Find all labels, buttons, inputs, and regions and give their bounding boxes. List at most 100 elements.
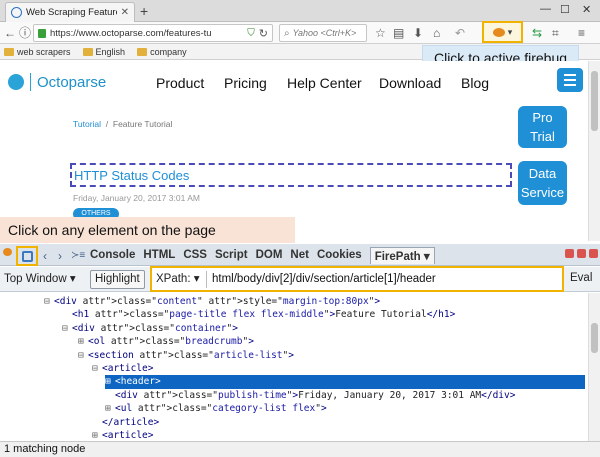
article-title[interactable]: HTTP Status Codes <box>70 163 512 187</box>
dom-node-text: <div attr">class="container"> <box>72 322 238 334</box>
tab-dom[interactable]: DOM <box>256 249 283 261</box>
nav-product[interactable]: Product <box>156 75 204 91</box>
dom-node[interactable]: <h1 attr">class="page-title flex flex-mi… <box>0 308 455 322</box>
expand-toggle-icon[interactable]: ⊟ <box>44 295 54 309</box>
search-placeholder: Yahoo <Ctrl+K> <box>292 28 357 38</box>
octoparse-logo[interactable]: Octoparse <box>8 73 106 91</box>
back-icon[interactable]: ← <box>4 26 16 40</box>
tab-cookies[interactable]: Cookies <box>317 249 362 261</box>
close-window-icon[interactable]: ✕ <box>582 3 591 16</box>
tab-script[interactable]: Script <box>215 249 248 261</box>
sync-icon[interactable]: ⇆ <box>532 26 542 40</box>
publish-time: Friday, January 20, 2017 3:01 AM <box>73 193 200 203</box>
expand-toggle-icon[interactable]: ⊞ <box>105 375 115 389</box>
expand-toggle-icon[interactable]: ⊞ <box>92 429 102 441</box>
dom-node-text: <header> <box>115 376 161 388</box>
dom-tree-scrollbar[interactable] <box>588 293 600 441</box>
expand-toggle-icon[interactable]: ⊟ <box>78 349 88 363</box>
pro-trial-button[interactable]: Pro Trial <box>518 106 567 148</box>
firebug-tabs: Console HTML CSS Script DOM Net Cookies … <box>90 246 435 264</box>
dom-node[interactable]: ⊞ <ul attr">class="category-list flex"> <box>0 402 327 416</box>
nav-help-center[interactable]: Help Center <box>287 75 362 91</box>
nav-download[interactable]: Download <box>379 75 441 91</box>
lock-icon <box>38 28 46 38</box>
chevron-down-icon: ▾ <box>423 250 430 263</box>
bookmark-folder[interactable]: company <box>137 47 187 57</box>
chevron-down-icon: ▾ <box>69 273 76 285</box>
url-bar[interactable]: https://www.octoparse.com/features-tu ⛉ … <box>33 24 273 42</box>
favicon-icon <box>11 7 22 18</box>
selected-dom-node[interactable]: ⊞ <header> <box>105 375 585 390</box>
new-tab-button[interactable]: + <box>140 3 148 19</box>
firebug-close-icon[interactable] <box>589 249 598 258</box>
firebug-minimize-icon[interactable] <box>565 249 574 258</box>
nav-blog[interactable]: Blog <box>461 75 489 91</box>
logo-text: Octoparse <box>37 73 107 91</box>
bookmark-star-icon[interactable]: ☆ <box>375 26 386 40</box>
maximize-icon[interactable]: ☐ <box>560 3 570 16</box>
page-scrollbar[interactable] <box>588 61 600 241</box>
dom-node[interactable]: ⊞ <article> <box>0 429 154 441</box>
xpath-type-select[interactable]: XPath: ▾ <box>156 271 207 288</box>
scrollbar-thumb[interactable] <box>591 323 598 353</box>
url-text[interactable]: https://www.octoparse.com/features-tu <box>50 28 243 39</box>
breadcrumb-tutorial[interactable]: Tutorial <box>73 119 101 129</box>
tab-net[interactable]: Net <box>290 249 309 261</box>
screenshot-icon[interactable]: ⌗ <box>552 26 559 40</box>
dom-node[interactable]: </article> <box>0 416 159 430</box>
data-service-button[interactable]: Data Service <box>518 161 567 205</box>
highlight-button[interactable]: Highlight <box>90 270 145 289</box>
dom-node[interactable]: <div attr">class="publish-time">Friday, … <box>0 389 515 403</box>
info-icon[interactable]: ⓘ <box>19 26 31 40</box>
xpath-field[interactable]: XPath: ▾ html/body/div[2]/div/section/ar… <box>150 266 564 292</box>
dom-node[interactable]: ⊟ <div attr">class="content" attr">style=… <box>0 295 380 309</box>
folder-icon <box>4 47 14 56</box>
command-line-icon[interactable]: ≻≡ <box>71 249 85 263</box>
xpath-input[interactable]: html/body/div[2]/div/section/article[1]/… <box>212 271 436 288</box>
expand-toggle-icon[interactable]: ⊞ <box>78 335 88 349</box>
bookmark-folder[interactable]: web scrapers <box>4 47 71 57</box>
minimize-icon[interactable]: — <box>540 3 551 15</box>
firebug-detach-icon[interactable] <box>577 249 586 258</box>
shield-icon[interactable]: ⛉ <box>247 28 255 39</box>
firefox-window: Web Scraping Features Tu ✕ + — ☐ ✕ ← ⓘ h… <box>0 0 600 457</box>
tab-html[interactable]: HTML <box>143 249 175 261</box>
clipboard-icon[interactable]: ▤ <box>393 26 404 40</box>
dom-node-text: <article> <box>102 430 154 441</box>
back-arrow-icon[interactable]: ‹ <box>43 249 47 263</box>
menu-icon[interactable]: ≡ <box>578 26 585 40</box>
bookmark-folder[interactable]: English <box>82 47 125 57</box>
window-select[interactable]: Top Window ▾ <box>4 270 76 288</box>
hamburger-menu-button[interactable] <box>557 68 583 92</box>
firebug-button[interactable]: ▾ <box>482 21 523 43</box>
search-bar[interactable]: ⌕ Yahoo <Ctrl+K> <box>279 24 367 42</box>
dom-node-text: <h1 attr">class="page-title flex flex-mi… <box>72 309 456 321</box>
close-tab-icon[interactable]: ✕ <box>121 7 129 18</box>
dom-node-text: <section attr">class="article-list"> <box>88 349 294 361</box>
dom-node[interactable]: ⊟ <article> <box>0 362 154 376</box>
expand-toggle-icon[interactable]: ⊟ <box>62 322 72 336</box>
eval-button[interactable]: Eval <box>570 272 592 284</box>
expand-toggle-icon[interactable]: ⊟ <box>92 362 102 376</box>
forward-arrow-icon[interactable]: › <box>58 249 62 263</box>
tab-firepath[interactable]: FirePath ▾ <box>369 246 435 264</box>
chevron-down-icon[interactable]: ▾ <box>508 27 513 38</box>
expand-toggle-icon[interactable]: ⊞ <box>105 402 115 416</box>
dom-node-text: <ul attr">class="category-list flex"> <box>115 403 327 415</box>
nav-pricing[interactable]: Pricing <box>224 75 267 91</box>
tab-strip: Web Scraping Features Tu ✕ + — ☐ ✕ <box>0 0 600 22</box>
dom-node[interactable]: ⊟ <section attr">class="article-list"> <box>0 349 294 363</box>
dom-node[interactable]: ⊞ <ol attr">class="breadcrumb"> <box>0 335 254 349</box>
reload-icon[interactable]: ↻ <box>259 27 268 40</box>
click-element-callout: Click on any element on the page <box>0 217 295 243</box>
tab-css[interactable]: CSS <box>183 249 207 261</box>
home-icon[interactable]: ⌂ <box>433 26 440 40</box>
undo-icon[interactable]: ↶ <box>455 26 465 40</box>
firebug-menu-icon[interactable] <box>3 248 12 256</box>
dom-node[interactable]: ⊟ <div attr">class="container"> <box>0 322 238 336</box>
inspect-element-button[interactable] <box>16 246 38 266</box>
tab-console[interactable]: Console <box>90 249 135 261</box>
download-icon[interactable]: ⬇ <box>413 26 423 40</box>
browser-tab[interactable]: Web Scraping Features Tu ✕ <box>5 2 135 22</box>
scrollbar-thumb[interactable] <box>591 71 598 131</box>
